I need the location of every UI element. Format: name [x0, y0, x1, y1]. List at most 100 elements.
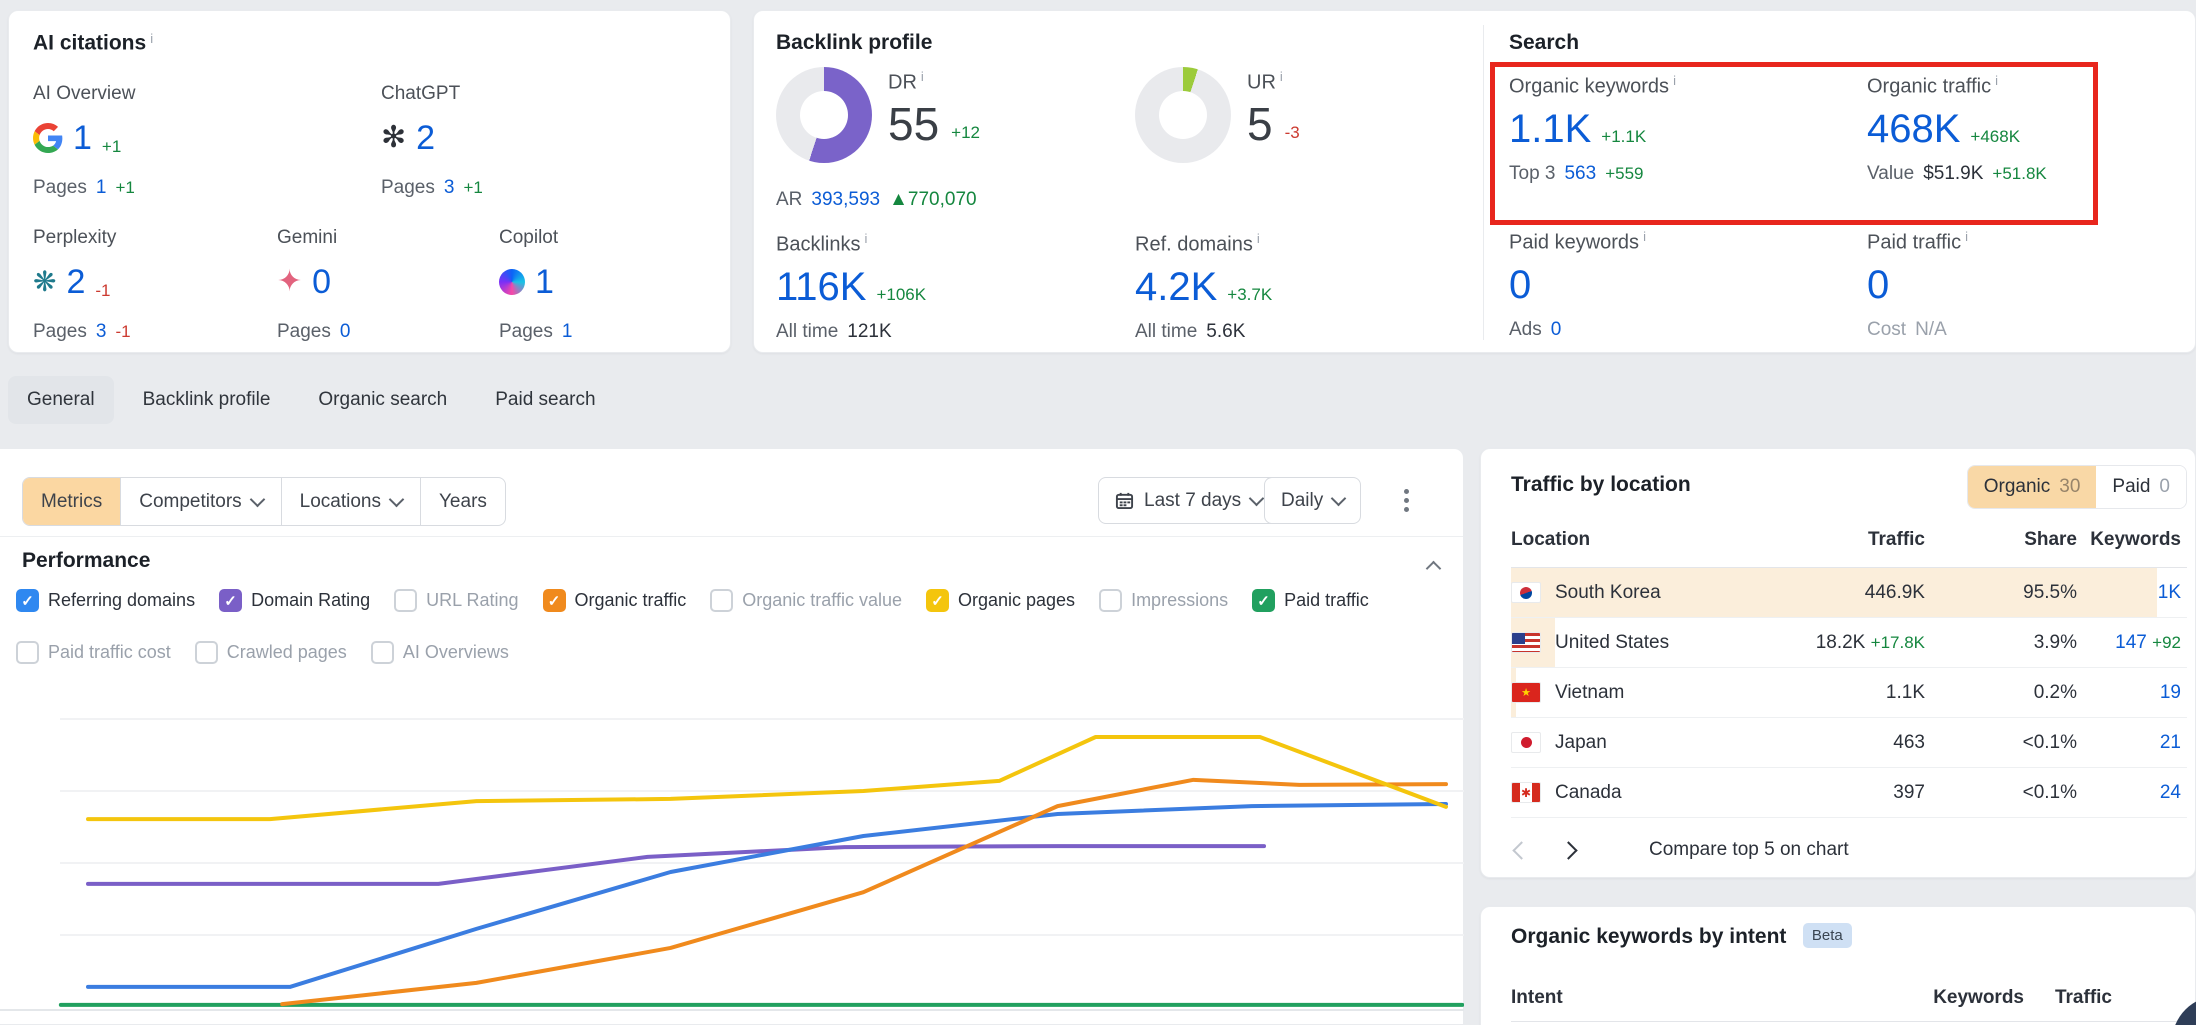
- checkbox-icon: [1099, 589, 1122, 612]
- info-icon[interactable]: i: [1965, 229, 1968, 244]
- share-value: 95.5%: [1925, 582, 2077, 604]
- ads-value-link[interactable]: 0: [1551, 319, 1562, 341]
- next-page-button[interactable]: [1559, 841, 1577, 859]
- chatgpt-value: 2: [416, 119, 435, 158]
- perplexity-label: Perplexity: [33, 227, 131, 249]
- checkbox-icon: ✓: [926, 589, 949, 612]
- info-icon[interactable]: i: [1643, 229, 1646, 244]
- prev-page-button[interactable]: [1512, 841, 1530, 859]
- info-icon[interactable]: i: [1995, 73, 1998, 88]
- col-traffic[interactable]: Traffic: [1765, 529, 1925, 551]
- performance-line-chart[interactable]: 27 Jan28 Jan29 Jan30 Jan31 Jan1 Feb2 Feb…: [0, 631, 1464, 1025]
- pages-value-link[interactable]: 3: [96, 321, 107, 343]
- checkbox-label: Organic pages: [958, 590, 1075, 611]
- paid-keywords-value[interactable]: 0: [1509, 263, 1531, 308]
- ref-domains-label: Ref. domains: [1135, 234, 1253, 256]
- competitors-dropdown[interactable]: Competitors: [120, 478, 280, 525]
- compare-top5-link[interactable]: Compare top 5 on chart: [1649, 839, 1849, 861]
- traffic-value: 446.9K: [1765, 582, 1925, 604]
- tab-backlink-profile[interactable]: Backlink profile: [124, 376, 290, 424]
- pages-value-link[interactable]: 0: [340, 321, 351, 343]
- table-row[interactable]: ✱Canada 397 <0.1% 24: [1511, 768, 2187, 818]
- checkbox-referring-domains[interactable]: ✓Referring domains: [16, 589, 195, 612]
- granularity-dropdown[interactable]: Daily: [1264, 477, 1361, 524]
- backlinks-block: Backlinksi 116K +106K All time 121K: [776, 231, 926, 343]
- ur-change: -3: [1285, 123, 1300, 143]
- checkbox-organic-traffic-value[interactable]: Organic traffic value: [710, 589, 902, 612]
- info-icon[interactable]: i: [921, 69, 924, 84]
- checkbox-label: Organic traffic value: [742, 590, 902, 611]
- checkbox-domain-rating[interactable]: ✓Domain Rating: [219, 589, 370, 612]
- paid-traffic-value[interactable]: 0: [1867, 263, 1889, 308]
- info-icon[interactable]: i: [1280, 69, 1283, 84]
- tab-paid-search[interactable]: Paid search: [476, 376, 614, 424]
- checkbox-paid-traffic[interactable]: ✓Paid traffic: [1252, 589, 1369, 612]
- tab-general[interactable]: General: [8, 376, 114, 424]
- locations-dropdown[interactable]: Locations: [281, 478, 420, 525]
- tab-organic-search[interactable]: Organic search: [299, 376, 466, 424]
- pages-value-link[interactable]: 1: [96, 177, 107, 199]
- toggle-paid[interactable]: Paid 0: [2096, 466, 2186, 508]
- location-name: Vietnam: [1555, 682, 1624, 704]
- granularity-label: Daily: [1281, 490, 1323, 512]
- info-icon[interactable]: i: [1673, 73, 1676, 88]
- more-options-button[interactable]: [1404, 489, 1409, 512]
- checkbox-label: URL Rating: [426, 590, 518, 611]
- date-range-dropdown[interactable]: Last 7 days: [1098, 477, 1279, 524]
- table-row[interactable]: United States 18.2K +17.8K 3.9% 147 +92: [1511, 618, 2187, 668]
- keywords-link[interactable]: 24: [2160, 782, 2181, 803]
- top3-value-link[interactable]: 563: [1564, 163, 1596, 185]
- info-icon[interactable]: i: [864, 231, 867, 246]
- collapse-section-button[interactable]: [1428, 557, 1439, 574]
- keywords-link[interactable]: 21: [2160, 732, 2181, 753]
- checkbox-organic-pages[interactable]: ✓ Organic pages: [926, 589, 1075, 612]
- dr-label: DR: [888, 72, 917, 94]
- checkbox-icon: ✓: [543, 589, 566, 612]
- table-row[interactable]: Japan 463 <0.1% 21: [1511, 718, 2187, 768]
- col-share[interactable]: Share: [1925, 529, 2077, 551]
- performance-title: Performance: [22, 549, 150, 572]
- ur-donut: [1135, 67, 1231, 163]
- col-location[interactable]: Location: [1511, 529, 1765, 551]
- organic-keywords-value[interactable]: 1.1K: [1509, 107, 1591, 152]
- table-row[interactable]: ★Vietnam 1.1K 0.2% 19: [1511, 668, 2187, 718]
- checkbox-impressions[interactable]: Impressions: [1099, 589, 1228, 612]
- info-icon[interactable]: i: [150, 31, 153, 46]
- years-button[interactable]: Years: [420, 478, 505, 525]
- table-pagination: Compare top 5 on chart: [1515, 839, 1849, 861]
- traffic-value: 18.2K: [1816, 632, 1866, 653]
- pages-value-link[interactable]: 1: [562, 321, 573, 343]
- alltime-label: All time: [776, 321, 838, 343]
- organic-keywords-label: Organic keywords: [1509, 76, 1669, 98]
- keywords-change: +92: [2152, 633, 2181, 652]
- organic-keywords-block: Organic keywordsi 1.1K +1.1K Top 3 563 +…: [1509, 73, 1676, 185]
- toggle-organic[interactable]: Organic 30: [1968, 466, 2097, 508]
- gemini-label: Gemini: [277, 227, 350, 249]
- pages-value-link[interactable]: 3: [444, 177, 455, 199]
- top3-label: Top 3: [1509, 163, 1555, 185]
- keywords-link[interactable]: 147: [2115, 632, 2147, 653]
- metrics-button[interactable]: Metrics: [23, 478, 120, 525]
- paid-keywords-block: Paid keywordsi 0 Ads 0: [1509, 229, 1646, 341]
- backlinks-value[interactable]: 116K: [776, 265, 866, 310]
- pages-label: Pages: [277, 321, 331, 343]
- keywords-link[interactable]: 1K: [2158, 582, 2181, 603]
- col-keywords[interactable]: Keywords: [2077, 529, 2181, 551]
- table-row[interactable]: South Korea 446.9K 95.5% 1K: [1511, 568, 2187, 618]
- checkbox-label: Paid traffic: [1284, 590, 1369, 611]
- checkbox-url-rating[interactable]: URL Rating: [394, 589, 518, 612]
- ref-domains-value[interactable]: 4.2K: [1135, 265, 1217, 310]
- traffic-value: 1.1K: [1765, 682, 1925, 704]
- alltime-value: 5.6K: [1206, 321, 1245, 343]
- filter-group: Metrics Competitors Locations Years: [22, 477, 506, 526]
- ar-value-link[interactable]: 393,593: [811, 189, 880, 211]
- ai-overview-label: AI Overview: [33, 83, 135, 105]
- checkbox-organic-traffic[interactable]: ✓Organic traffic: [543, 589, 687, 612]
- checkbox-icon: ✓: [16, 589, 39, 612]
- keywords-link[interactable]: 19: [2160, 682, 2181, 703]
- dr-value: 55: [888, 97, 939, 151]
- info-icon[interactable]: i: [1257, 231, 1260, 246]
- openai-icon: ✻: [381, 123, 406, 153]
- organic-traffic-value[interactable]: 468K: [1867, 107, 1960, 152]
- ref-domains-block: Ref. domainsi 4.2K +3.7K All time 5.6K: [1135, 231, 1272, 343]
